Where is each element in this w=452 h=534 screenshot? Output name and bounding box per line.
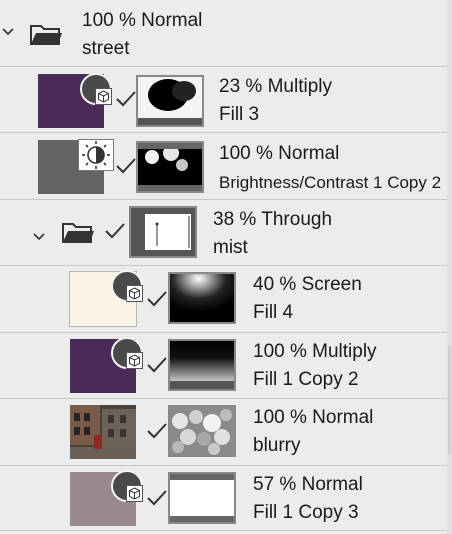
- layer-name: street: [82, 38, 130, 59]
- layer-name: Fill 1 Copy 2: [253, 369, 359, 390]
- layer-name: Fill 4: [253, 302, 294, 323]
- cube-icon: [95, 88, 112, 105]
- layer-mask-thumbnail[interactable]: [136, 75, 204, 127]
- layer-name: Fill 1 Copy 3: [253, 502, 359, 523]
- layer-mask-thumbnail[interactable]: [168, 472, 236, 524]
- layer-opacity-blend: 23 % Multiply: [219, 76, 332, 97]
- layer-row-fill-1-copy-2[interactable]: 100 % Multiply Fill 1 Copy 2: [0, 333, 447, 399]
- layer-opacity-blend: 100 % Normal: [82, 10, 203, 31]
- layer-row-blurry[interactable]: 100 % Normal blurry: [0, 399, 447, 466]
- cube-icon: [126, 352, 143, 369]
- layer-row-fill-1-copy-3[interactable]: 57 % Normal Fill 1 Copy 3: [0, 466, 447, 531]
- layer-row-fill-4[interactable]: 40 % Screen Fill 4: [0, 266, 447, 333]
- folder-icon: [61, 220, 95, 244]
- chevron-down-icon[interactable]: [2, 28, 14, 36]
- checkmark-icon[interactable]: [104, 222, 126, 240]
- brightness-contrast-icon: [78, 139, 114, 171]
- checkmark-icon[interactable]: [146, 356, 168, 374]
- chevron-down-icon[interactable]: [33, 233, 45, 241]
- layer-mask-thumbnail[interactable]: [168, 405, 236, 457]
- layer-row-street[interactable]: 100 % Normal street: [0, 0, 447, 67]
- layer-row-brightness-contrast[interactable]: 100 % Normal Brightness/Contrast 1 Copy …: [0, 133, 447, 200]
- layer-opacity-blend: 38 % Through: [213, 209, 333, 230]
- cube-icon: [126, 485, 143, 502]
- checkmark-icon[interactable]: [146, 290, 168, 308]
- checkmark-icon[interactable]: [146, 489, 168, 507]
- layer-name: mist: [213, 237, 248, 258]
- checkmark-icon[interactable]: [115, 157, 137, 175]
- layer-thumbnail: [70, 405, 136, 459]
- layer-row-mist[interactable]: 38 % Through mist: [0, 200, 447, 266]
- layer-name: Fill 3: [219, 104, 260, 125]
- layer-mask-thumbnail[interactable]: [129, 206, 197, 258]
- layer-name: Brightness/Contrast 1 Copy 2: [219, 173, 442, 192]
- checkmark-icon[interactable]: [146, 422, 168, 440]
- scrollbar-thumb[interactable]: [448, 345, 451, 455]
- layer-opacity-blend: 100 % Multiply: [253, 341, 377, 362]
- cube-icon: [126, 285, 143, 302]
- layer-opacity-blend: 40 % Screen: [253, 274, 362, 295]
- layers-panel: 100 % Normal street 23 % Multiply Fill 3: [0, 0, 447, 534]
- folder-icon: [29, 22, 63, 46]
- layer-mask-thumbnail[interactable]: [168, 272, 236, 324]
- layer-mask-thumbnail[interactable]: [136, 141, 204, 193]
- layer-opacity-blend: 57 % Normal: [253, 474, 363, 495]
- layer-opacity-blend: 100 % Normal: [253, 407, 374, 428]
- layer-mask-thumbnail[interactable]: [168, 339, 236, 391]
- layer-name: blurry: [253, 435, 301, 456]
- layer-opacity-blend: 100 % Normal: [219, 143, 340, 164]
- layer-row-fill-3[interactable]: 23 % Multiply Fill 3: [0, 67, 447, 133]
- checkmark-icon[interactable]: [115, 90, 137, 108]
